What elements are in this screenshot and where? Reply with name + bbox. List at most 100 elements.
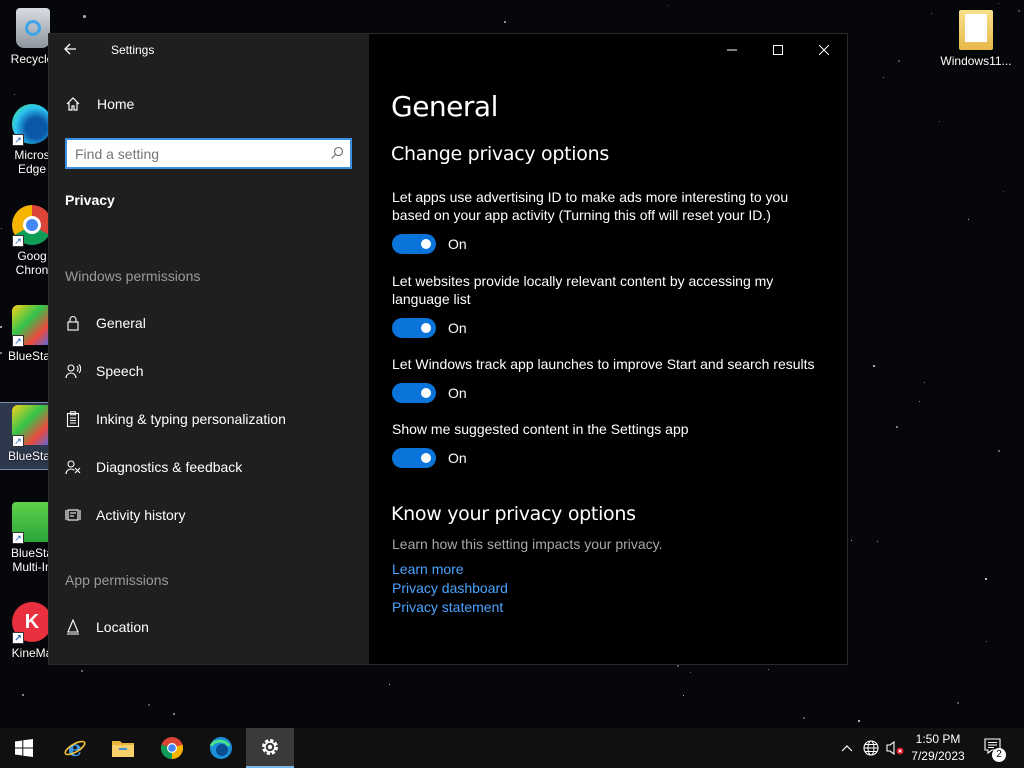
sidebar-item-diagnostics[interactable]: Diagnostics & feedback [65,459,242,475]
sidebar-item-label: Diagnostics & feedback [96,459,243,475]
speech-icon [65,363,81,379]
taskbar-internet-explorer[interactable]: e [51,728,99,768]
taskbar-edge[interactable] [197,728,245,768]
star [931,13,932,14]
sidebar-item-general[interactable]: General [65,315,146,331]
search-input[interactable] [75,145,315,163]
star [504,21,506,23]
star [173,713,175,715]
star [985,578,987,580]
star [803,717,805,719]
svg-text:e: e [68,736,82,760]
nav-home[interactable]: Home [65,96,134,112]
link-privacy-dashboard[interactable]: Privacy dashboard [392,580,508,596]
sidebar-item-activity-history[interactable]: Activity history [65,507,185,523]
bluestacks-icon: ↗ [12,305,52,347]
toggle-state-label: On [448,320,467,336]
star [1003,191,1004,192]
taskbar-file-explorer[interactable] [99,728,147,768]
bluestacks-icon: ↗ [12,405,52,447]
sidebar-item-inking-typing[interactable]: Inking & typing personalization [65,411,286,427]
star [690,672,691,673]
star [986,641,987,642]
chrome-icon: ↗ [12,205,52,247]
back-button[interactable] [63,42,83,58]
settings-window: Settings Home Privacy Windows permission… [48,33,848,665]
settings-sidebar: Settings Home Privacy Windows permission… [49,34,369,664]
option-track-app-launches-text: Let Windows track app launches to improv… [392,356,815,372]
show-hidden-icons-button[interactable] [838,728,856,768]
star [998,3,999,4]
shortcut-arrow-icon: ↗ [12,632,24,644]
taskbar: e 1:50 PM 7/29/2023 2 [0,728,1024,768]
clipboard-icon [65,411,81,427]
window-controls [709,34,847,66]
star [939,121,940,122]
close-button[interactable] [801,34,847,66]
star [1018,10,1020,12]
clock-date: 7/29/2023 [911,749,965,763]
sidebar-item-location[interactable]: Location [65,619,149,635]
sidebar-item-speech[interactable]: Speech [65,363,143,379]
minimize-button[interactable] [709,34,755,66]
toggle-state-label: On [448,450,467,466]
start-button[interactable] [0,728,48,768]
chevron-up-icon [841,745,853,752]
link-privacy-statement[interactable]: Privacy statement [392,599,503,615]
kinemaster-icon: K ↗ [12,602,52,644]
section-description: Learn how this setting impacts your priv… [392,536,663,552]
star [957,702,959,704]
toggle-language-list[interactable] [392,318,436,338]
star [919,401,920,402]
network-button[interactable] [860,728,882,768]
star [683,695,684,696]
feedback-icon [65,459,81,475]
star [873,365,875,367]
star [81,670,83,672]
desktop-icon-label: Windows11... [940,54,1012,68]
star [998,450,1000,452]
search-box[interactable] [65,138,352,169]
bluestacks-multi-icon: ↗ [12,502,52,544]
taskbar-settings[interactable] [246,728,294,768]
star [851,540,852,541]
link-learn-more[interactable]: Learn more [392,561,464,577]
lock-icon [65,315,81,331]
toggle-state-label: On [448,385,467,401]
folder-icon [959,10,993,50]
maximize-button[interactable] [755,34,801,66]
sidebar-item-label: General [96,315,146,331]
home-icon [66,97,80,111]
volume-button[interactable] [884,728,906,768]
star [768,669,769,670]
internet-explorer-icon: e [64,736,86,760]
shortcut-arrow-icon: ↗ [12,134,24,146]
title-bar[interactable]: Settings [49,34,369,66]
volume-muted-icon [886,740,904,756]
shortcut-arrow-icon: ↗ [12,335,24,347]
recycle-bin-icon [16,8,50,48]
shortcut-arrow-icon: ↗ [12,532,24,544]
notification-count-badge: 2 [992,748,1006,762]
nav-home-label: Home [97,96,135,112]
star [896,426,898,428]
globe-network-icon [863,740,879,756]
start-icon [15,739,33,757]
toggle-state-label: On [448,236,467,252]
activity-icon [65,507,81,523]
desktop-icon-folder[interactable]: Windows11... [938,10,1014,68]
file-explorer-icon [112,741,134,757]
clock-time: 1:50 PM [915,732,961,746]
star [924,382,925,383]
toggle-suggested-content[interactable] [392,448,436,468]
section-title-know-privacy: Know your privacy options [391,503,636,525]
taskbar-clock[interactable]: 1:50 PM 7/29/2023 [905,731,971,765]
section-title-change-privacy: Change privacy options [391,143,609,165]
toggle-advertising-id[interactable] [392,234,436,254]
taskbar-chrome[interactable] [148,728,196,768]
notifications-button[interactable]: 2 [980,728,1010,768]
star [22,694,24,696]
toggle-track-app-launches[interactable] [392,383,436,403]
group-header-windows-permissions: Windows permissions [65,268,201,284]
sidebar-item-label: Activity history [96,507,186,523]
